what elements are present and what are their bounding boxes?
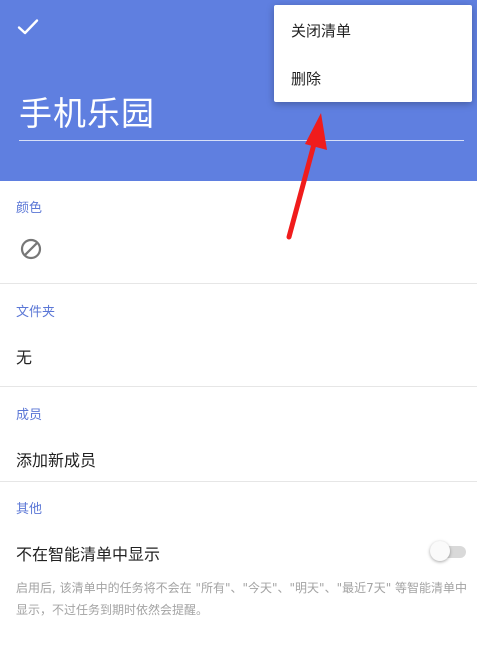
hide-in-smart-list-label: 不在智能清单中显示 bbox=[16, 545, 161, 564]
hide-in-smart-list-description: 启用后, 该清单中的任务将不会在 "所有"、"今天"、"明天"、"最近7天" 等… bbox=[16, 581, 468, 617]
check-icon bbox=[17, 19, 39, 35]
menu-item-label: 关闭清单 bbox=[291, 22, 352, 40]
divider bbox=[0, 386, 477, 387]
ban-icon[interactable] bbox=[18, 236, 44, 262]
color-section-label: 颜色 bbox=[16, 201, 43, 216]
menu-item-label: 删除 bbox=[291, 70, 322, 88]
list-name-text: 手机乐园 bbox=[19, 94, 155, 133]
menu-item-close-list[interactable]: 关闭清单 bbox=[274, 8, 472, 52]
add-member-button[interactable]: 添加新成员 bbox=[16, 447, 96, 471]
divider bbox=[0, 283, 477, 284]
toggle-thumb bbox=[430, 541, 450, 561]
folder-value[interactable]: 无 bbox=[16, 344, 32, 368]
red-arrow-annotation bbox=[286, 113, 327, 240]
divider bbox=[0, 481, 477, 482]
hide-in-smart-list-toggle[interactable] bbox=[430, 540, 466, 562]
folder-section-label: 文件夹 bbox=[16, 305, 56, 320]
menu-item-delete[interactable]: 删除 bbox=[274, 56, 472, 100]
members-section-label: 成员 bbox=[16, 408, 43, 423]
confirm-button[interactable] bbox=[14, 14, 42, 40]
other-section-label: 其他 bbox=[16, 502, 43, 517]
overflow-menu: 关闭清单 删除 bbox=[274, 5, 472, 102]
